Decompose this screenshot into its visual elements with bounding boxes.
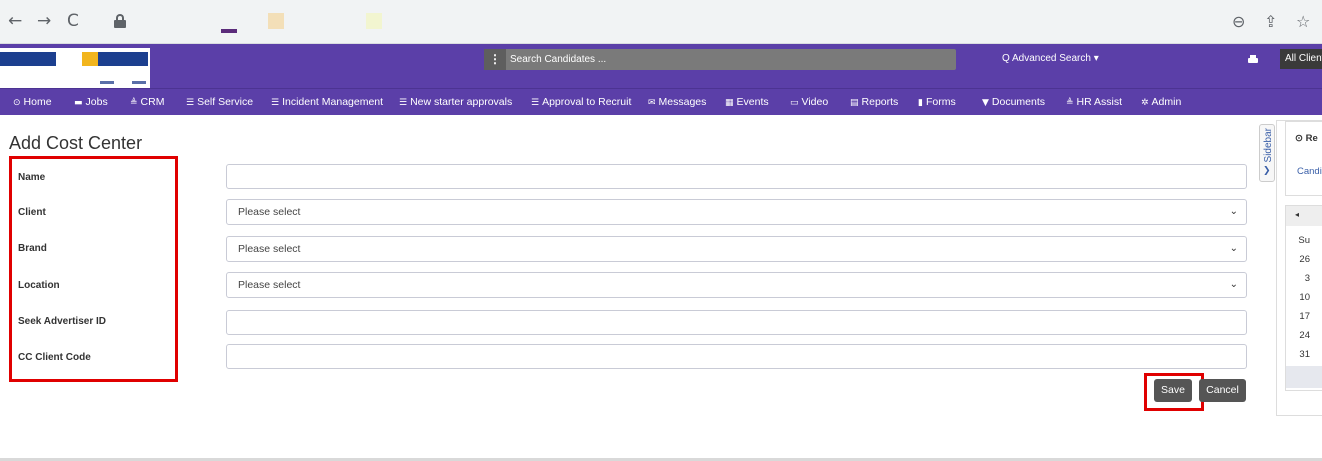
nav-item-new-starter-approvals[interactable]: ☰ New starter approvals [399, 89, 512, 115]
envelope-icon: ✉ [648, 98, 656, 108]
main-nav: ⊙ Home ▬ Jobs ≜ CRM ☰ Self Service ☰ Incident… [0, 88, 1322, 115]
save-button[interactable]: Save [1154, 379, 1192, 402]
calendar-icon: ▦ [725, 98, 734, 108]
cancel-button[interactable]: Cancel [1199, 379, 1246, 402]
all-clients-button[interactable]: All Clients [1280, 49, 1322, 69]
advanced-search-button[interactable]: Q Advanced Search ▾ [1002, 53, 1099, 64]
nav-item-messages[interactable]: ✉ Messages [648, 89, 706, 115]
nav-item-reports[interactable]: ▤ Reports [850, 89, 898, 115]
folder-icon: ▬ [74, 98, 83, 108]
calendar-day[interactable]: 24 [1286, 330, 1310, 341]
app-header: ⋮ Search Candidates ... Q Advanced Searc… [0, 44, 1322, 88]
search-placeholder: Search Candidates ... [510, 54, 607, 65]
nav-item-events[interactable]: ▦ Events [725, 89, 769, 115]
nav-item-forms[interactable]: ▮ Forms [918, 89, 956, 115]
list-icon: ☰ [399, 98, 408, 108]
name-field[interactable] [226, 164, 1247, 189]
nav-item-admin[interactable]: ✲ Admin [1141, 89, 1181, 115]
calendar-day[interactable]: 10 [1286, 292, 1310, 303]
sidebar-toggle[interactable]: Sidebar ❯ [1259, 124, 1275, 182]
nav-item-home[interactable]: ⊙ Home [13, 89, 52, 115]
nav-item-crm[interactable]: ≜ CRM [130, 89, 164, 115]
search-menu-icon[interactable]: ⋮ [484, 49, 506, 70]
home-icon: ⊙ [13, 98, 21, 108]
crm-icon: ≜ [130, 98, 138, 108]
chevron-down-icon: ⌄ [1229, 206, 1238, 217]
recent-panel-title: ⊙ Re [1295, 133, 1318, 144]
tab-swatch-purple [221, 29, 237, 33]
nav-item-incident-management[interactable]: ☰ Incident Management [271, 89, 383, 115]
sidebar-tab-label: Sidebar [1263, 128, 1274, 163]
labels-highlight-box [9, 156, 178, 382]
seek-advertiser-id-field[interactable] [226, 310, 1247, 335]
location-select-value: Please select [238, 279, 301, 291]
browser-toolbar: ← → C ⊖ ⇪ ☆ [0, 0, 1322, 44]
list-icon: ☰ [271, 98, 280, 108]
calendar-header: ◂ [1286, 206, 1322, 226]
nav-item-hr-assist[interactable]: ≜ HR Assist [1066, 89, 1122, 115]
client-select-value: Please select [238, 206, 301, 218]
recent-panel-link[interactable]: Candi [1297, 166, 1322, 177]
calendar-day[interactable]: 3 [1286, 273, 1310, 284]
search-candidates-input[interactable]: ⋮ Search Candidates ... [484, 49, 956, 70]
print-icon[interactable] [1248, 55, 1258, 64]
chevron-down-icon: ⌄ [1229, 279, 1238, 290]
nav-item-jobs[interactable]: ▬ Jobs [74, 89, 108, 115]
calendar-day[interactable]: 17 [1286, 311, 1310, 322]
file-icon: ▮ [918, 98, 923, 108]
nav-item-approval-to-recruit[interactable]: ☰ Approval to Recruit [531, 89, 631, 115]
video-icon: ▭ [790, 98, 799, 108]
recent-panel: ⊙ Re Candi [1285, 121, 1322, 196]
brand-select-value: Please select [238, 243, 301, 255]
hr-icon: ≜ [1066, 98, 1074, 108]
mini-calendar: ◂ Su 26 3 10 17 24 31 [1285, 205, 1322, 391]
calendar-day[interactable]: 31 [1286, 349, 1310, 360]
star-icon[interactable]: ☆ [1296, 12, 1310, 31]
nav-item-video[interactable]: ▭ Video [790, 89, 828, 115]
brand-select[interactable]: Please select ⌄ [226, 236, 1247, 262]
forward-icon[interactable]: → [37, 11, 51, 31]
reload-icon[interactable]: C [67, 11, 79, 31]
location-select[interactable]: Please select ⌄ [226, 272, 1247, 298]
list-icon: ☰ [186, 98, 195, 108]
cc-client-code-field[interactable] [226, 344, 1247, 369]
share-icon[interactable]: ⇪ [1264, 12, 1277, 31]
calendar-day-header: Su [1298, 235, 1310, 246]
nav-item-self-service[interactable]: ☰ Self Service [186, 89, 253, 115]
nav-item-documents[interactable]: ▼ Documents [982, 89, 1045, 115]
filter-icon: ▼ [982, 98, 989, 108]
reports-icon: ▤ [850, 98, 859, 108]
chevron-right-icon: ❯ [1263, 166, 1271, 176]
lock-icon[interactable] [114, 14, 126, 28]
tab-swatch-yellow [366, 13, 382, 29]
calendar-day[interactable]: 26 [1286, 254, 1310, 265]
company-logo[interactable] [0, 48, 150, 88]
calendar-prev-icon[interactable]: ◂ [1295, 210, 1299, 219]
zoom-icon[interactable]: ⊖ [1232, 12, 1245, 31]
back-icon[interactable]: ← [8, 11, 22, 31]
client-select[interactable]: Please select ⌄ [226, 199, 1247, 225]
calendar-footer [1286, 366, 1322, 388]
list-icon: ☰ [531, 98, 540, 108]
page-title: Add Cost Center [9, 133, 143, 153]
tab-swatch-tan [268, 13, 284, 29]
right-sidebar-panel: ⊙ Re Candi ◂ Su 26 3 10 17 24 31 [1276, 120, 1322, 416]
gear-icon: ✲ [1141, 98, 1149, 108]
chevron-down-icon: ⌄ [1229, 243, 1238, 254]
